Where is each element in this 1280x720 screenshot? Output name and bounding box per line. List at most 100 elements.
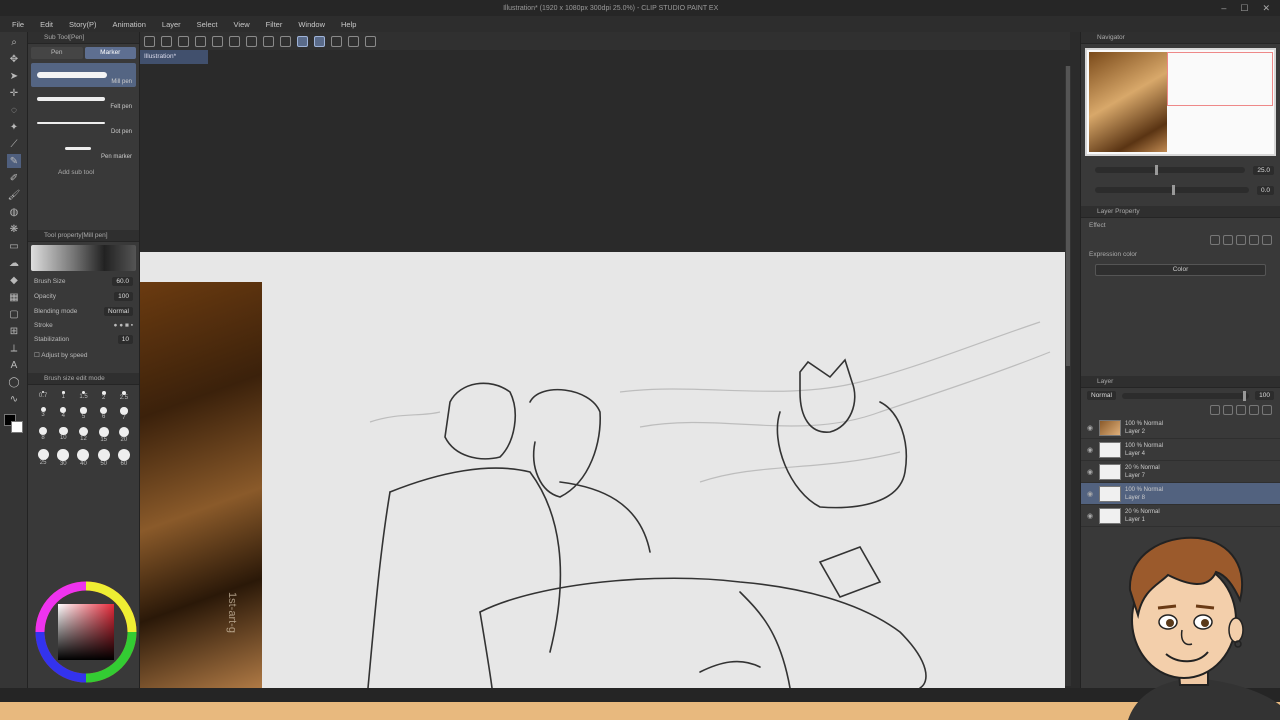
- correct-line-icon[interactable]: ∿: [7, 392, 21, 406]
- eyedropper-icon[interactable]: ⟋: [7, 137, 21, 151]
- menu-animation[interactable]: Animation: [105, 20, 154, 29]
- new-folder-icon[interactable]: [1223, 405, 1233, 415]
- new-layer-icon[interactable]: [1210, 405, 1220, 415]
- delete-layer-icon[interactable]: [1262, 405, 1272, 415]
- eraser-icon[interactable]: ▭: [7, 239, 21, 253]
- clear-icon[interactable]: [246, 35, 257, 47]
- brush-size-preset[interactable]: 20: [115, 426, 133, 443]
- brush-size-preset[interactable]: 2.5: [115, 391, 133, 401]
- tab-marker[interactable]: Marker: [84, 47, 136, 59]
- effect-tone-icon[interactable]: [1236, 235, 1246, 245]
- text-tool-icon[interactable]: A: [7, 358, 21, 372]
- canvas[interactable]: 1st-art-g: [140, 252, 1065, 688]
- settings-icon[interactable]: [365, 35, 376, 47]
- clip-layer-icon[interactable]: [1236, 405, 1246, 415]
- add-sub-tool-button[interactable]: Add sub tool: [28, 163, 139, 176]
- layer-opacity-thumb[interactable]: [1242, 390, 1246, 401]
- menu-story[interactable]: Story(P): [61, 20, 105, 29]
- blending-value[interactable]: Normal: [104, 307, 133, 316]
- figure-icon[interactable]: ▢: [7, 307, 21, 321]
- layer-row[interactable]: ◉ 100 % Normal Layer 2: [1081, 417, 1280, 439]
- brush-size-preset[interactable]: 10: [54, 426, 72, 443]
- operation-tool-icon[interactable]: ➤: [7, 69, 21, 83]
- brush-size-preset[interactable]: 15: [95, 426, 113, 443]
- brush-size-preset[interactable]: 4: [54, 407, 72, 420]
- brush-size-preset[interactable]: 6: [95, 407, 113, 420]
- adjust-by-speed-checkbox[interactable]: ☐ Adjust by speed: [28, 347, 139, 363]
- new-file-icon[interactable]: [144, 35, 155, 47]
- brush-size-row[interactable]: Brush Size 60.0: [28, 274, 139, 289]
- rotate-slider-thumb[interactable]: [1171, 185, 1175, 195]
- tab-pen[interactable]: Pen: [31, 47, 83, 59]
- layer-row[interactable]: ◉ 20 % Normal Layer 7: [1081, 461, 1280, 483]
- color-wheel[interactable]: [30, 576, 142, 688]
- zoom-value[interactable]: 25.0: [1253, 165, 1274, 175]
- brush-size-preset[interactable]: 50: [95, 449, 113, 467]
- close-icon[interactable]: ✕: [1262, 3, 1270, 14]
- brush-size-preset[interactable]: 8: [34, 426, 52, 443]
- stroke-options[interactable]: ● ● ■ ▪: [114, 322, 134, 329]
- layer-row-selected[interactable]: ◉ 100 % Normal Layer 8: [1081, 483, 1280, 505]
- snap-ruler-icon[interactable]: [297, 35, 308, 47]
- menu-window[interactable]: Window: [290, 20, 333, 29]
- pencil-tool-icon[interactable]: ✐: [7, 171, 21, 185]
- brush-size-preset[interactable]: 60: [115, 449, 133, 467]
- brush-size-preset[interactable]: 2: [95, 391, 113, 401]
- sub-color-icon[interactable]: [11, 421, 23, 433]
- menu-edit[interactable]: Edit: [32, 20, 61, 29]
- undo-icon[interactable]: [212, 35, 223, 47]
- expression-color-select[interactable]: Color: [1095, 264, 1266, 276]
- blending-row[interactable]: Blending mode Normal: [28, 304, 139, 319]
- menu-help[interactable]: Help: [333, 20, 364, 29]
- brush-size-preset[interactable]: 3: [34, 407, 52, 420]
- visibility-eye-icon[interactable]: ◉: [1087, 512, 1095, 520]
- layer-row[interactable]: ◉ 100 % Normal Layer 4: [1081, 439, 1280, 461]
- opacity-row[interactable]: Opacity 100: [28, 289, 139, 304]
- gradient-icon[interactable]: ▦: [7, 290, 21, 304]
- brush-item-pen-marker[interactable]: Pen marker: [31, 138, 136, 162]
- redo-icon[interactable]: [229, 35, 240, 47]
- zoom-slider-thumb[interactable]: [1155, 165, 1159, 175]
- decoration-icon[interactable]: ❋: [7, 222, 21, 236]
- brush-tool-icon[interactable]: 🖌: [7, 188, 21, 202]
- zoom-row[interactable]: 25.0: [1081, 160, 1280, 180]
- ruler-tool-icon[interactable]: ⟂: [7, 341, 21, 355]
- open-file-icon[interactable]: [161, 35, 172, 47]
- export-icon[interactable]: [195, 35, 206, 47]
- menu-view[interactable]: View: [226, 20, 258, 29]
- layer-opacity-value[interactable]: 100: [1255, 391, 1274, 400]
- menu-layer[interactable]: Layer: [154, 20, 189, 29]
- brush-size-preset[interactable]: 25: [34, 449, 52, 467]
- effect-border-icon[interactable]: [1210, 235, 1220, 245]
- document-tab[interactable]: Illustration*: [140, 50, 208, 64]
- effect-watercolor-icon[interactable]: [1223, 235, 1233, 245]
- rotate-slider[interactable]: [1095, 185, 1249, 195]
- move-layer-icon[interactable]: ✛: [7, 86, 21, 100]
- fill-icon[interactable]: ◆: [7, 273, 21, 287]
- balloon-icon[interactable]: ◯: [7, 375, 21, 389]
- snap-grid-icon[interactable]: [331, 35, 342, 47]
- brush-size-preset[interactable]: 12: [74, 426, 92, 443]
- maximize-icon[interactable]: ☐: [1240, 3, 1248, 14]
- rotate-row[interactable]: 0.0: [1081, 180, 1280, 200]
- lock-layer-icon[interactable]: [1249, 405, 1259, 415]
- brush-size-preset[interactable]: 1.5: [74, 391, 92, 401]
- brush-item-mill-pen[interactable]: Mill pen: [31, 63, 136, 87]
- auto-select-icon[interactable]: ✦: [7, 120, 21, 134]
- visibility-eye-icon[interactable]: ◉: [1087, 468, 1095, 476]
- minimize-icon[interactable]: –: [1221, 3, 1226, 14]
- effect-extract-icon[interactable]: [1262, 235, 1272, 245]
- blend-mode-select[interactable]: Normal: [1087, 391, 1116, 400]
- effect-color-icon[interactable]: [1249, 235, 1259, 245]
- brush-size-preset[interactable]: 7: [115, 407, 133, 421]
- color-swatches[interactable]: [4, 414, 24, 433]
- menu-filter[interactable]: Filter: [258, 20, 291, 29]
- brush-item-felt-pen[interactable]: Felt pen: [31, 88, 136, 112]
- move-tool-icon[interactable]: ✥: [7, 52, 21, 66]
- ruler-icon[interactable]: [348, 35, 359, 47]
- zoom-slider[interactable]: [1095, 165, 1246, 175]
- deselect-icon[interactable]: [280, 35, 291, 47]
- stabilization-row[interactable]: Stabilization 10: [28, 332, 139, 347]
- selection-tool-icon[interactable]: ◌: [7, 103, 21, 117]
- stroke-row[interactable]: Stroke ● ● ■ ▪: [28, 319, 139, 332]
